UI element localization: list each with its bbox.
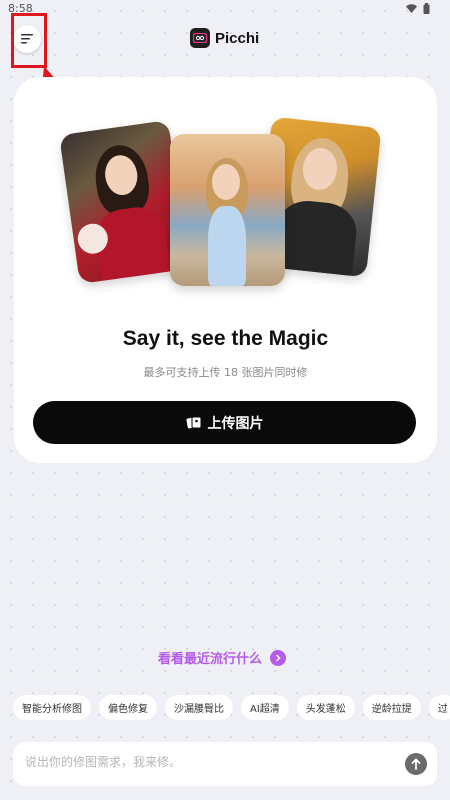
- send-button[interactable]: [405, 753, 427, 775]
- status-icons: [406, 3, 430, 14]
- prompt-bar: [13, 742, 437, 786]
- upload-images-button[interactable]: 上传图片: [33, 401, 416, 444]
- picchi-logo-icon: [190, 28, 210, 48]
- wifi-icon: [406, 4, 417, 13]
- chip-anti-aging[interactable]: 逆龄拉提: [362, 695, 421, 720]
- chip-more[interactable]: 过: [428, 695, 450, 720]
- status-time: 8:58: [8, 2, 33, 15]
- upload-button-label: 上传图片: [207, 415, 264, 432]
- brand-name: Picchi: [215, 29, 260, 47]
- chip-hourglass-waist[interactable]: 沙漏腰臀比: [165, 695, 233, 720]
- chip-hair-volume[interactable]: 头发蓬松: [296, 695, 355, 720]
- chip-ai-upscale[interactable]: AI超清: [241, 695, 289, 720]
- battery-icon: [423, 3, 430, 14]
- chevron-right-circle-icon: [270, 649, 287, 666]
- quick-action-chips: 智能分析修图 偏色修复 沙漏腰臀比 AI超清 头发蓬松 逆龄拉提 过: [13, 695, 450, 720]
- hero-card: Say it, see the Magic 最多可支持上传 18 张图片同时修 …: [14, 77, 437, 463]
- prompt-input[interactable]: [23, 754, 387, 770]
- menu-button[interactable]: [13, 25, 41, 53]
- trending-link[interactable]: 看看最近流行什么: [158, 648, 287, 667]
- menu-icon: [21, 34, 33, 44]
- photos-icon: [185, 416, 201, 428]
- sample-photo-beach: [170, 134, 285, 286]
- chip-color-fix[interactable]: 偏色修复: [99, 695, 157, 720]
- chip-smart-analysis[interactable]: 智能分析修图: [13, 695, 91, 720]
- status-bar: 8:58: [0, 0, 450, 20]
- headline: Say it, see the Magic: [122, 327, 329, 350]
- subline: 最多可支持上传 18 张图片同时修: [143, 366, 308, 379]
- brand: Picchi: [190, 28, 259, 48]
- arrow-up-icon: [411, 758, 421, 770]
- trending-label: 看看最近流行什么: [158, 652, 263, 667]
